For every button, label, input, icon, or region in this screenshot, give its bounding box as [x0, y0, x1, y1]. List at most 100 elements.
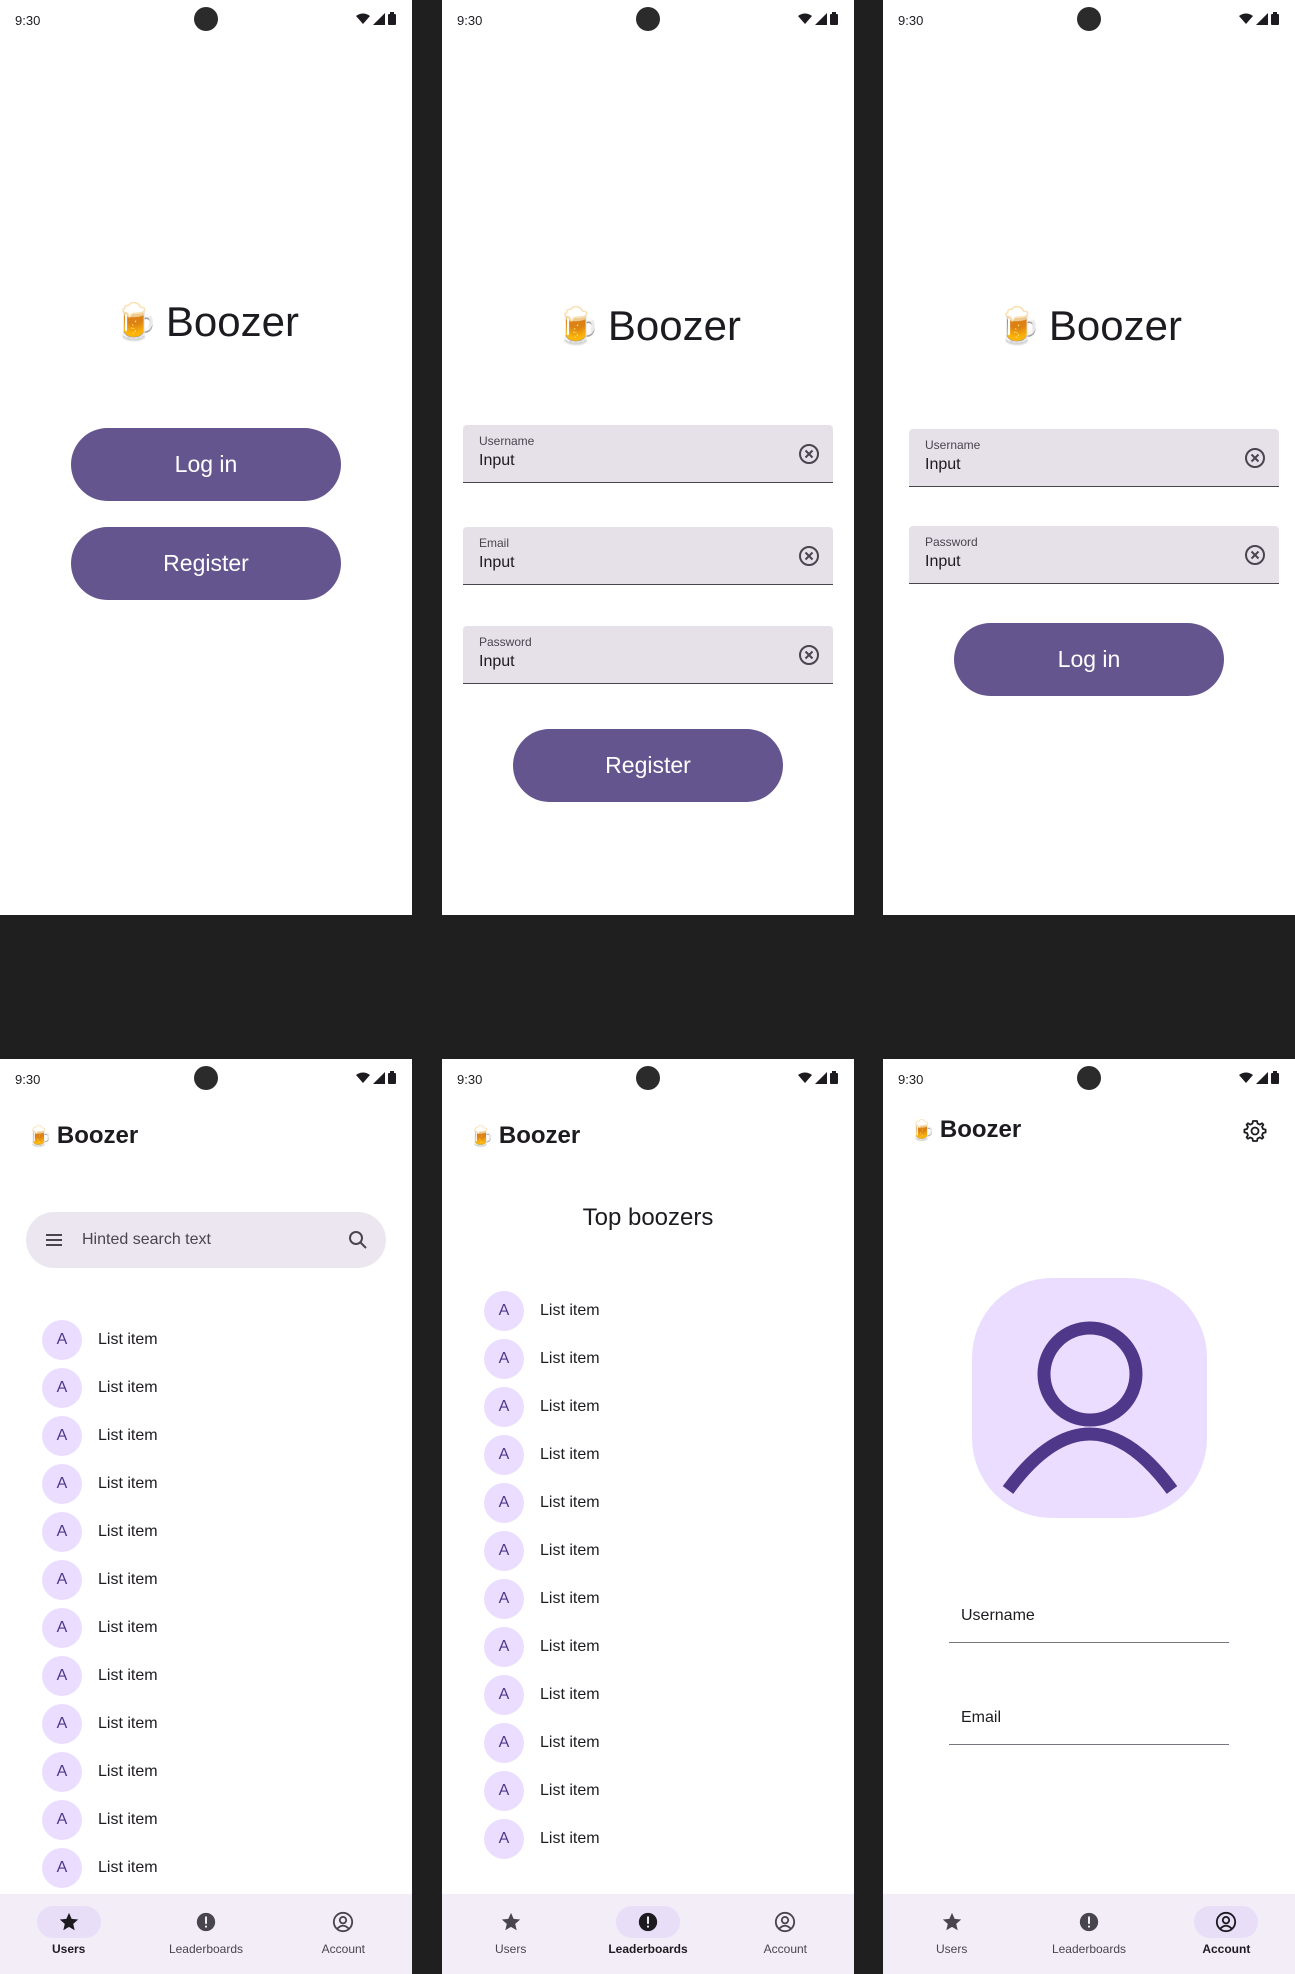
app-logo: 🍺 Boozer: [469, 1122, 580, 1150]
app-title: Boozer: [1048, 302, 1182, 349]
users-screen: 9:30 🍺 Boozer Hinted search text A List i…: [0, 1059, 412, 1974]
username-field[interactable]: Username: [949, 1595, 1229, 1643]
signal-icon: [373, 1071, 385, 1084]
list-item[interactable]: A List item: [0, 1796, 412, 1844]
list-item[interactable]: A List item: [0, 1652, 412, 1700]
person-icon: [1002, 1321, 1178, 1494]
clear-icon[interactable]: [1243, 446, 1267, 470]
list-item[interactable]: A List item: [442, 1431, 854, 1479]
camera-cutout: [194, 1066, 218, 1090]
nav-leaderboards[interactable]: Leaderboards: [1020, 1894, 1157, 1974]
register-submit-button[interactable]: Register: [513, 729, 783, 802]
field-label: Email: [961, 1709, 1002, 1726]
list-item[interactable]: A List item: [442, 1287, 854, 1335]
login-submit-button[interactable]: Log in: [954, 623, 1224, 696]
beer-mug-icon: 🍺: [555, 305, 600, 346]
list-item[interactable]: A List item: [0, 1844, 412, 1892]
nav-account[interactable]: Account: [1158, 1894, 1295, 1974]
status-bar: 9:30: [442, 0, 854, 40]
email-field[interactable]: Email Input: [463, 527, 833, 585]
field-label: Username: [925, 438, 981, 452]
avatar: A: [42, 1368, 82, 1408]
status-icons: [798, 12, 838, 25]
status-bar: 9:30: [442, 1059, 854, 1099]
camera-cutout: [636, 1066, 660, 1090]
list-item[interactable]: A List item: [442, 1623, 854, 1671]
list-item[interactable]: A List item: [0, 1700, 412, 1748]
clear-icon[interactable]: [797, 643, 821, 667]
list-item[interactable]: A List item: [0, 1748, 412, 1796]
status-bar: 9:30: [0, 1059, 412, 1099]
nav-users[interactable]: Users: [883, 1894, 1020, 1974]
list-item[interactable]: A List item: [442, 1383, 854, 1431]
email-field[interactable]: Email: [949, 1697, 1229, 1745]
alert-circle-icon: [196, 1912, 216, 1932]
list-item[interactable]: A List item: [442, 1335, 854, 1383]
avatar: A: [42, 1512, 82, 1552]
list-item[interactable]: A List item: [442, 1671, 854, 1719]
nav-label: Leaderboards: [608, 1942, 688, 1956]
field-value: Input: [925, 553, 961, 570]
battery-icon: [830, 1071, 838, 1084]
account-screen: 9:30 🍺 Boozer Username Email Users Leade…: [883, 1059, 1295, 1974]
nav-account[interactable]: Account: [717, 1894, 854, 1974]
list-item[interactable]: A List item: [442, 1815, 854, 1863]
status-bar: 9:30: [883, 1059, 1295, 1099]
nav-users[interactable]: Users: [442, 1894, 579, 1974]
signal-icon: [815, 1071, 827, 1084]
avatar: A: [484, 1531, 524, 1571]
list-item[interactable]: A List item: [0, 1604, 412, 1652]
settings-gear-icon[interactable]: [1243, 1119, 1267, 1143]
status-icons: [356, 12, 396, 25]
list-item[interactable]: A List item: [442, 1479, 854, 1527]
field-value: Input: [479, 554, 515, 571]
nav-leaderboards[interactable]: Leaderboards: [137, 1894, 274, 1974]
field-value: Input: [479, 452, 515, 469]
battery-icon: [830, 12, 838, 25]
list-item[interactable]: A List item: [442, 1767, 854, 1815]
wifi-icon: [356, 1072, 370, 1083]
nav-leaderboards[interactable]: Leaderboards: [579, 1894, 716, 1974]
list-item[interactable]: A List item: [0, 1364, 412, 1412]
list-item[interactable]: A List item: [0, 1316, 412, 1364]
battery-icon: [1271, 1071, 1279, 1084]
menu-icon[interactable]: [42, 1228, 66, 1252]
item-label: List item: [98, 1379, 158, 1396]
clear-icon[interactable]: [797, 442, 821, 466]
account-circle-icon: [333, 1911, 354, 1933]
search-icon[interactable]: [346, 1228, 370, 1252]
login-button[interactable]: Log in: [71, 428, 341, 501]
list-item[interactable]: A List item: [442, 1719, 854, 1767]
profile-avatar[interactable]: [972, 1278, 1207, 1518]
welcome-screen: 9:30 🍺 Boozer Log in Register: [0, 0, 412, 915]
register-button[interactable]: Register: [71, 527, 341, 600]
field-label: Password: [479, 635, 532, 649]
avatar: A: [42, 1800, 82, 1840]
nav-account[interactable]: Account: [275, 1894, 412, 1974]
password-field[interactable]: Password Input: [463, 626, 833, 684]
password-field[interactable]: Password Input: [909, 526, 1279, 584]
list-item[interactable]: A List item: [442, 1575, 854, 1623]
avatar: A: [42, 1416, 82, 1456]
list-item[interactable]: A List item: [0, 1460, 412, 1508]
nav-label: Users: [494, 1942, 527, 1956]
item-label: List item: [540, 1302, 600, 1319]
clear-icon[interactable]: [1243, 543, 1267, 567]
status-time: 9:30: [457, 13, 483, 28]
leaderboard-list: A List item A List item A List item A List i…: [442, 1287, 854, 1863]
status-icons: [1239, 12, 1279, 25]
item-label: List item: [98, 1763, 158, 1780]
beer-mug-icon: 🍺: [910, 1119, 935, 1142]
list-item[interactable]: A List item: [0, 1412, 412, 1460]
list-item[interactable]: A List item: [442, 1527, 854, 1575]
username-field[interactable]: Username Input: [463, 425, 833, 483]
username-field[interactable]: Username Input: [909, 429, 1279, 487]
nav-users[interactable]: Users: [0, 1894, 137, 1974]
alert-circle-icon: [1079, 1912, 1099, 1932]
list-item[interactable]: A List item: [0, 1556, 412, 1604]
search-bar[interactable]: Hinted search text: [26, 1212, 386, 1268]
clear-icon[interactable]: [797, 544, 821, 568]
item-label: List item: [98, 1331, 158, 1348]
nav-label: Account: [1202, 1942, 1251, 1956]
list-item[interactable]: A List item: [0, 1508, 412, 1556]
